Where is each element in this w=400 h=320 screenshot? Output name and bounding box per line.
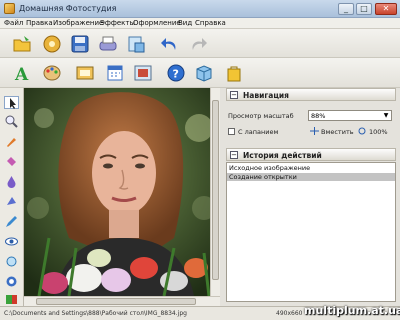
menu-file[interactable]: Файл	[4, 19, 23, 27]
picture-icon[interactable]	[133, 63, 153, 83]
menu-effects[interactable]: Эффекты	[100, 19, 135, 27]
fit-button[interactable]: Вместить	[310, 127, 354, 136]
drop-icon[interactable]	[4, 175, 19, 188]
calendar-icon[interactable]	[105, 63, 125, 83]
fit-icon	[310, 127, 319, 135]
text-tool-icon[interactable]: A	[12, 63, 32, 83]
box-icon[interactable]	[194, 63, 214, 83]
navigation-title: Навигация	[243, 91, 289, 100]
redo-icon[interactable]	[188, 34, 208, 54]
menu-design[interactable]: Оформление	[133, 19, 181, 27]
history-list: Исходное изображение Создание открытки	[226, 162, 396, 302]
brush-icon[interactable]	[4, 135, 19, 148]
svg-text:?: ?	[173, 68, 179, 81]
app-icon	[4, 3, 15, 14]
horizontal-scrollbar[interactable]	[24, 296, 220, 306]
save-icon[interactable]	[70, 34, 90, 54]
fit-button-label: Вместить	[321, 128, 354, 136]
list-item[interactable]: Исходное изображение	[227, 164, 395, 172]
main-toolbar	[0, 29, 400, 58]
title-bar: Домашняя Фотостудия _ □ ✕	[0, 0, 400, 18]
palette-icon[interactable]	[42, 63, 62, 83]
maximize-button[interactable]: □	[356, 3, 372, 15]
fit-label: С лапанием	[238, 128, 279, 136]
chevron-down-icon: ▼	[383, 112, 389, 119]
color-icon[interactable]	[4, 275, 19, 288]
side-panel: − Навигация Просмотр масштаб 88% ▼ С лап…	[222, 88, 400, 306]
scale-value: 88%	[311, 112, 326, 120]
navigation-header[interactable]: − Навигация	[226, 88, 396, 101]
print-icon[interactable]	[98, 34, 118, 54]
eraser-icon[interactable]	[4, 155, 19, 168]
menu-help[interactable]: Справка	[195, 19, 226, 27]
undo-icon[interactable]	[160, 34, 180, 54]
eye-icon[interactable]	[4, 235, 19, 248]
close-button[interactable]: ✕	[375, 3, 397, 15]
menu-edit[interactable]: Правка	[26, 19, 53, 27]
zoom-icon	[358, 127, 367, 135]
vertical-scroll-thumb[interactable]	[212, 100, 219, 280]
menu-bar: Файл Правка Изображение Эффекты Оформлен…	[0, 18, 400, 29]
horizontal-scroll-thumb[interactable]	[36, 298, 196, 305]
portrait-photo	[24, 88, 220, 296]
fill-icon[interactable]	[4, 195, 19, 208]
fit-checkbox[interactable]	[228, 128, 235, 135]
collapse-icon[interactable]: −	[230, 151, 238, 159]
effects-toolbar: A ?	[0, 58, 400, 88]
scanner-icon[interactable]	[126, 34, 146, 54]
actual-size-button[interactable]: 100%	[358, 127, 388, 136]
list-item[interactable]: Создание открытки	[227, 173, 395, 181]
help-icon[interactable]: ?	[166, 63, 186, 83]
open-folder-icon[interactable]	[12, 34, 32, 54]
tools-panel	[0, 88, 24, 308]
scale-select[interactable]: 88% ▼	[308, 110, 392, 121]
history-title: История действий	[243, 151, 322, 160]
image-browser-icon[interactable]	[42, 34, 62, 54]
status-image-size: 490x660	[276, 310, 303, 317]
image-canvas[interactable]	[24, 88, 220, 296]
window-title: Домашняя Фотостудия	[19, 4, 117, 13]
redeye-icon[interactable]	[4, 255, 19, 268]
menu-view[interactable]: Вид	[178, 19, 192, 27]
pencil-icon[interactable]	[4, 215, 19, 228]
vertical-scrollbar[interactable]	[210, 88, 220, 296]
history-header[interactable]: − История действий	[226, 148, 396, 161]
bag-icon[interactable]	[224, 63, 244, 83]
menu-image[interactable]: Изображение	[53, 19, 103, 27]
status-file-path: C:\Documents and Settings\888\Рабочий ст…	[4, 310, 187, 317]
exit-icon[interactable]	[4, 293, 19, 306]
pointer-icon[interactable]	[4, 96, 19, 109]
scale-label: Просмотр масштаб	[228, 112, 294, 120]
frame-icon[interactable]	[75, 63, 95, 83]
collapse-icon[interactable]: −	[230, 91, 238, 99]
watermark: multiplum.at.ua	[304, 304, 400, 317]
svg-text:A: A	[14, 65, 29, 83]
zoom-icon[interactable]	[4, 115, 19, 128]
minimize-button[interactable]: _	[338, 3, 354, 15]
actual-size-label: 100%	[369, 128, 388, 136]
